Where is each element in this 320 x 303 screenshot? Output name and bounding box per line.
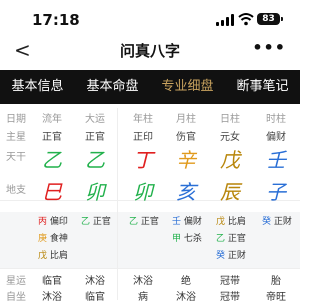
column-header: 大运 — [85, 114, 105, 125]
hidden-stem-char: 戊 — [38, 251, 48, 261]
hidden-stem: 乙 正官 — [216, 231, 246, 244]
main-star: 偏财 — [266, 132, 286, 143]
hidden-stem: 戊 比肩 — [216, 214, 246, 227]
hidden-stem: 庚 食神 — [38, 231, 68, 244]
hidden-stem: 癸 正财 — [262, 214, 292, 227]
row-label-date: 日期 — [6, 114, 26, 125]
row-label-branch: 地支 — [6, 185, 26, 196]
hidden-stem-char: 癸 — [216, 251, 226, 261]
divider — [0, 268, 300, 269]
hidden-stem-god: 食神 — [47, 234, 68, 244]
main-star: 正官 — [85, 132, 105, 143]
tab-basic-chart[interactable]: 基本命盘 — [75, 70, 150, 104]
hidden-stem-char: 甲 — [172, 234, 182, 244]
hidden-stem-god: 偏印 — [47, 217, 68, 227]
hidden-stem-char: 乙 — [81, 217, 91, 227]
column-header: 月柱 — [176, 114, 196, 125]
earthly-branch: 辰 — [220, 180, 240, 204]
row-label-main-star: 主星 — [6, 132, 26, 143]
main-star: 伤官 — [176, 132, 196, 143]
heavenly-stem: 壬 — [266, 148, 286, 172]
hidden-stem: 乙 正官 — [81, 214, 111, 227]
status-bar: 17:18 83 — [0, 0, 300, 36]
row-label-star-fortune: 星运 — [6, 276, 26, 287]
hidden-stem-god: 正财 — [225, 251, 246, 261]
earthly-branch: 巳 — [42, 180, 62, 204]
hidden-stem: 癸 正财 — [216, 248, 246, 261]
hidden-stem: 戊 比肩 — [38, 248, 68, 261]
hidden-stem-god: 比肩 — [47, 251, 68, 261]
star-fortune: 冠带 — [220, 276, 240, 287]
hidden-stem-char: 庚 — [38, 234, 48, 244]
signal-icon — [216, 14, 234, 26]
hidden-stem-god: 七杀 — [181, 234, 202, 244]
main-star: 元女 — [220, 132, 240, 143]
earthly-branch: 亥 — [176, 180, 196, 204]
wifi-icon — [238, 13, 254, 26]
heavenly-stem: 戊 — [220, 148, 240, 172]
battery-icon: 83 — [257, 13, 283, 25]
self-sit: 临官 — [85, 292, 105, 303]
self-sit: 帝旺 — [266, 292, 286, 303]
star-fortune: 临官 — [42, 276, 62, 287]
self-sit: 沐浴 — [42, 292, 62, 303]
hidden-stem-char: 乙 — [129, 217, 139, 227]
hidden-stem: 壬 偏财 — [172, 214, 202, 227]
hidden-stem-god: 正官 — [90, 217, 111, 227]
column-header: 年柱 — [133, 114, 153, 125]
column-header: 日柱 — [220, 114, 240, 125]
earthly-branch: 子 — [266, 180, 286, 204]
hidden-stem-god: 偏财 — [181, 217, 202, 227]
row-label-stem: 天干 — [6, 152, 26, 163]
hidden-stem-char: 癸 — [262, 217, 272, 227]
hidden-stem-god: 正官 — [225, 234, 246, 244]
hidden-stem: 乙 正官 — [129, 214, 159, 227]
star-fortune: 胎 — [271, 276, 281, 287]
status-time: 17:18 — [32, 11, 80, 29]
self-sit: 沐浴 — [176, 292, 196, 303]
earthly-branch: 卯 — [85, 180, 105, 204]
hidden-stem-god: 正官 — [138, 217, 159, 227]
self-sit: 病 — [138, 292, 148, 303]
star-fortune: 沐浴 — [85, 276, 105, 287]
main-star: 正官 — [42, 132, 62, 143]
hidden-stem-char: 壬 — [172, 217, 182, 227]
column-header: 时柱 — [266, 114, 286, 125]
self-sit: 冠带 — [220, 292, 240, 303]
more-button[interactable]: ••• — [252, 38, 286, 57]
hidden-stem-char: 乙 — [216, 234, 226, 244]
star-fortune: 绝 — [181, 276, 191, 287]
hidden-stem-char: 丙 — [38, 217, 48, 227]
nav-bar: < 问真八字 ••• — [0, 36, 300, 66]
hidden-stem-god: 比肩 — [225, 217, 246, 227]
hidden-stem: 甲 七杀 — [172, 231, 202, 244]
tab-notes[interactable]: 断事笔记 — [225, 70, 300, 104]
tab-bar: 基本信息 基本命盘 专业细盘 断事笔记 — [0, 70, 300, 104]
heavenly-stem: 乙 — [85, 148, 105, 172]
heavenly-stem: 乙 — [42, 148, 62, 172]
heavenly-stem: 辛 — [176, 148, 196, 172]
column-divider — [117, 108, 118, 300]
heavenly-stem: 丁 — [133, 148, 153, 172]
tab-basic-info[interactable]: 基本信息 — [0, 70, 75, 104]
hidden-stem-god: 正财 — [271, 217, 292, 227]
hidden-stem: 丙 偏印 — [38, 214, 68, 227]
column-header: 流年 — [42, 114, 62, 125]
earthly-branch: 卯 — [133, 180, 153, 204]
hidden-stem-char: 戊 — [216, 217, 226, 227]
star-fortune: 沐浴 — [133, 276, 153, 287]
main-star: 正印 — [133, 132, 153, 143]
tab-detailed-chart[interactable]: 专业细盘 — [150, 70, 225, 104]
row-label-self-sit: 自坐 — [6, 292, 26, 303]
